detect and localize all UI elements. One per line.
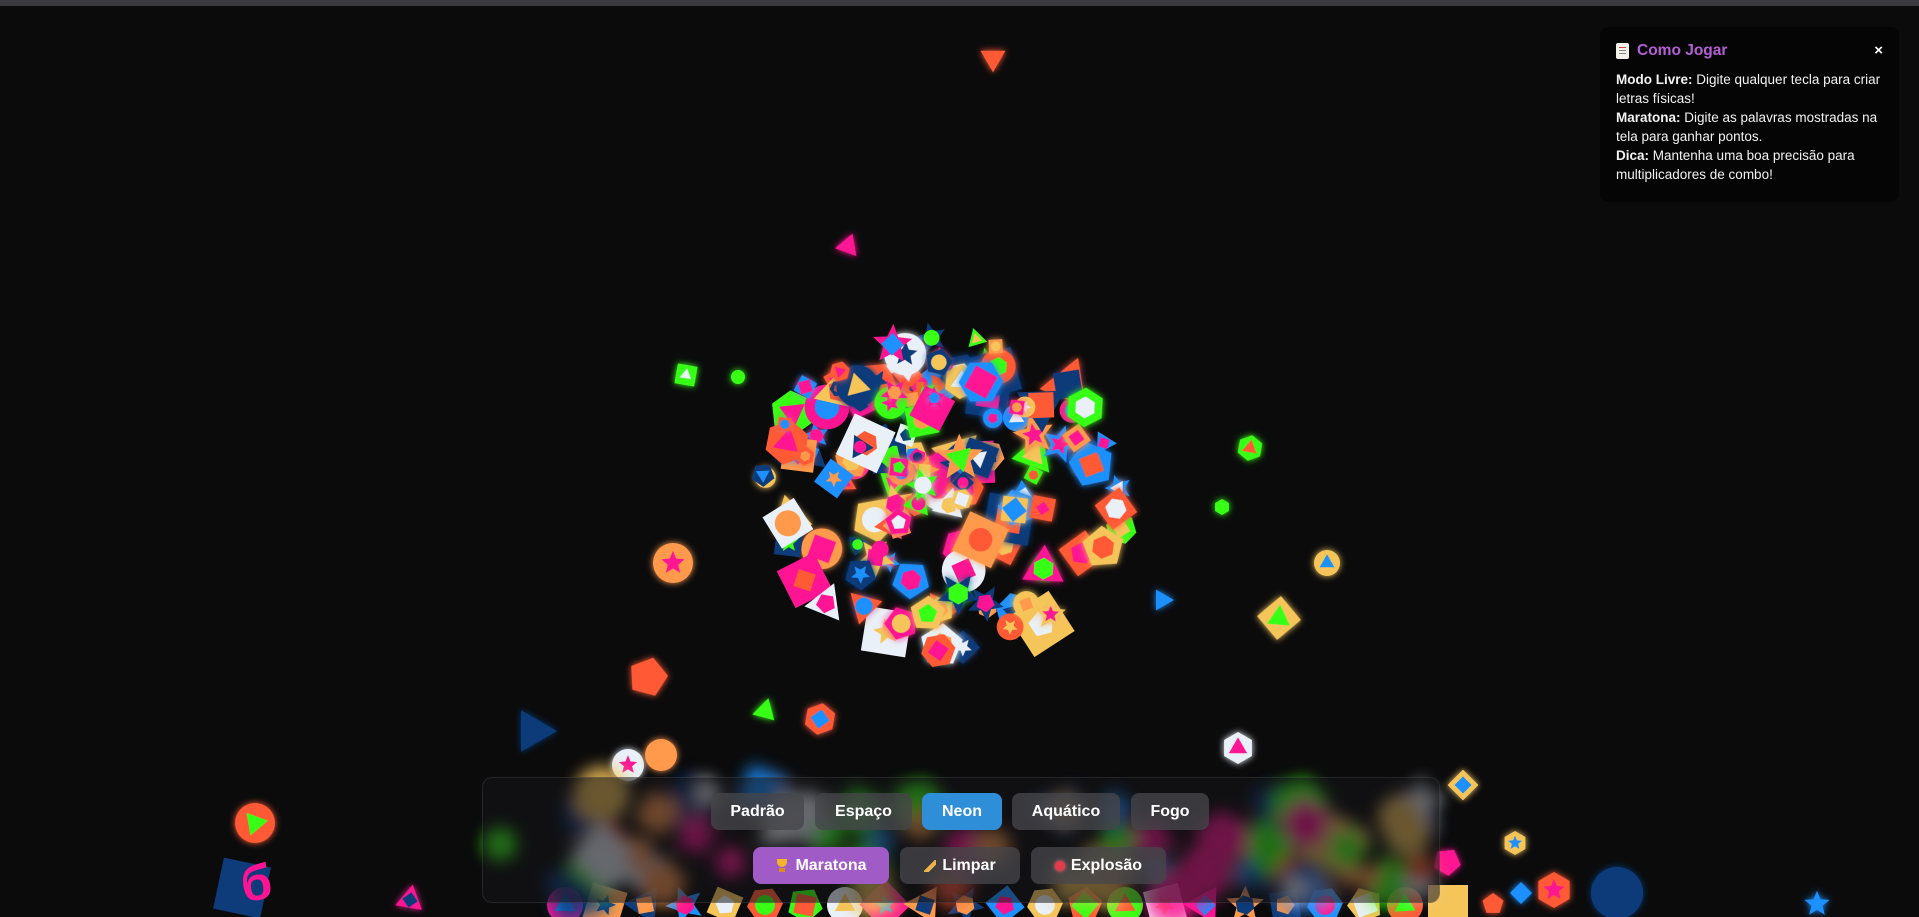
marathon-label: Maratona bbox=[795, 856, 867, 874]
physics-shape bbox=[731, 370, 745, 384]
physics-shape bbox=[1215, 499, 1229, 515]
help-panel: Como Jogar × Modo Livre: Digite qualquer… bbox=[1600, 27, 1899, 202]
physics-shape bbox=[1314, 550, 1340, 576]
physics-shape bbox=[1029, 495, 1057, 522]
theme-button-espaco[interactable]: Espaço bbox=[815, 793, 912, 830]
theme-button-padrao[interactable]: Padrão bbox=[711, 793, 804, 830]
help-label: Modo Livre: bbox=[1616, 72, 1693, 87]
physics-shape bbox=[1482, 893, 1504, 913]
help-title-text: Como Jogar bbox=[1637, 42, 1728, 59]
bomb-icon bbox=[1054, 860, 1065, 871]
help-row-free-mode: Modo Livre: Digite qualquer tecla para c… bbox=[1616, 70, 1883, 108]
theme-button-fogo[interactable]: Fogo bbox=[1131, 793, 1209, 830]
physics-shape bbox=[1447, 769, 1479, 801]
game-stage[interactable]: б Como Jogar × Modo Livre: Digite qualqu… bbox=[0, 0, 1919, 917]
physics-shape bbox=[631, 657, 668, 696]
broom-icon bbox=[924, 859, 937, 872]
help-title: Como Jogar bbox=[1616, 41, 1883, 60]
physics-shape bbox=[752, 698, 775, 721]
physics-shape bbox=[1510, 882, 1532, 904]
physics-shape bbox=[521, 710, 557, 752]
physics-shape bbox=[395, 884, 422, 911]
clear-label: Limpar bbox=[942, 856, 996, 874]
physics-shape bbox=[1022, 544, 1064, 582]
physics-shape bbox=[1156, 589, 1174, 611]
physics-shape bbox=[804, 703, 836, 735]
physics-shape bbox=[1224, 732, 1252, 764]
physics-shape bbox=[1804, 890, 1830, 915]
physics-shape bbox=[653, 543, 693, 583]
help-row-tip: Dica: Mantenha uma boa precisão para mul… bbox=[1616, 146, 1883, 184]
document-icon bbox=[1616, 42, 1629, 59]
physics-shape bbox=[835, 233, 857, 257]
marathon-button[interactable]: Maratona bbox=[753, 847, 889, 884]
physics-shape bbox=[1504, 831, 1526, 855]
help-row-marathon: Maratona: Digite as palavras mostradas n… bbox=[1616, 108, 1883, 146]
physics-shape bbox=[1257, 596, 1301, 640]
physics-shape bbox=[1538, 872, 1570, 908]
physics-letter: б bbox=[237, 853, 275, 913]
physics-shape bbox=[1591, 867, 1643, 917]
theme-label: Neon bbox=[942, 802, 982, 820]
theme-button-neon[interactable]: Neon bbox=[922, 793, 1002, 830]
theme-label: Fogo bbox=[1150, 802, 1190, 820]
close-help-button[interactable]: × bbox=[1874, 41, 1883, 60]
theme-label: Aquático bbox=[1031, 802, 1101, 820]
theme-button-aquatico[interactable]: Aquático bbox=[1012, 793, 1120, 830]
physics-shape bbox=[235, 803, 275, 843]
help-label: Dica: bbox=[1616, 148, 1650, 163]
help-text: Mantenha uma boa precisão para multiplic… bbox=[1616, 148, 1855, 182]
explosion-label: Explosão bbox=[1070, 856, 1143, 874]
theme-label: Padrão bbox=[730, 802, 785, 820]
physics-shape bbox=[968, 328, 988, 348]
physics-shape bbox=[980, 50, 1006, 73]
help-label: Maratona: bbox=[1616, 110, 1681, 125]
explosion-button[interactable]: Explosão bbox=[1031, 847, 1166, 884]
physics-shape bbox=[645, 739, 677, 771]
theme-label: Espaço bbox=[835, 802, 892, 820]
trophy-icon bbox=[775, 858, 789, 873]
physics-shape bbox=[674, 363, 698, 387]
clear-button[interactable]: Limpar bbox=[900, 847, 1020, 884]
physics-shape bbox=[1237, 435, 1263, 461]
